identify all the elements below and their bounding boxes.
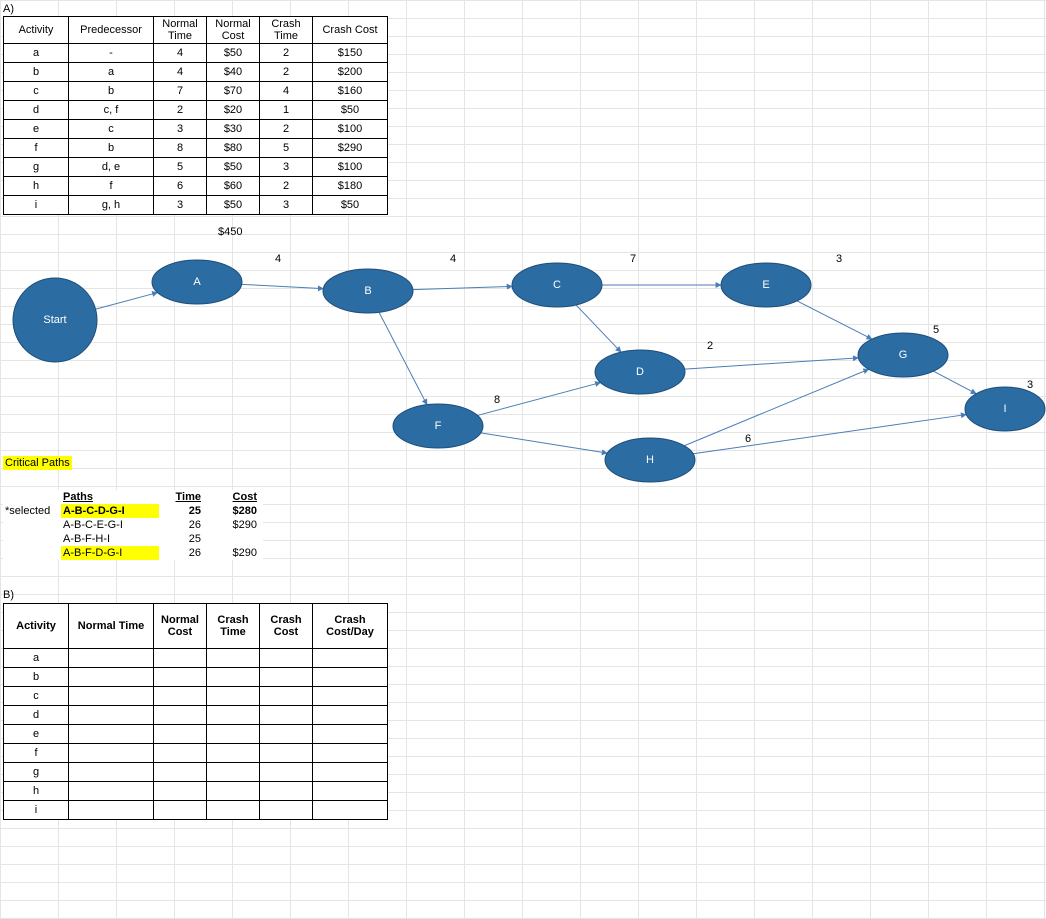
table-a-sum: $450 — [218, 226, 242, 238]
table-a-row: dc, f2$201$50 — [4, 101, 388, 120]
edge-a-b — [242, 284, 324, 288]
duration-label: 4 — [275, 253, 281, 265]
table-a-header: Activity Predecessor Normal Time Normal … — [4, 17, 388, 44]
node-label-c: C — [553, 279, 561, 291]
node-label-d: D — [636, 366, 644, 378]
duration-label: 7 — [630, 253, 636, 265]
table-b-row: g — [4, 763, 388, 782]
tb-normal-cost: Normal Cost — [154, 604, 207, 649]
duration-label: 5 — [933, 324, 939, 336]
tb-activity: Activity — [4, 604, 69, 649]
edge-b-f — [379, 312, 427, 404]
node-label-i: I — [1003, 403, 1006, 415]
cp-header-time: Time — [159, 490, 207, 504]
cp-row: *selectedA-B-C-D-G-I25$280 — [3, 504, 263, 518]
table-a-row: cb7$704$160 — [4, 82, 388, 101]
th-normal-time: Normal Time — [154, 17, 207, 44]
tb-crash-time: Crash Time — [207, 604, 260, 649]
edge-c-d — [576, 305, 621, 352]
table-b-row: a — [4, 649, 388, 668]
table-b-header: Activity Normal Time Normal Cost Crash T… — [4, 604, 388, 649]
edge-b-c — [413, 286, 512, 289]
section-b-label: B) — [3, 589, 14, 601]
cp-header-cost: Cost — [207, 490, 263, 504]
node-label-e: E — [762, 279, 769, 291]
table-a-row: ba4$402$200 — [4, 63, 388, 82]
table-a-row: hf6$602$180 — [4, 177, 388, 196]
node-label-h: H — [646, 454, 654, 466]
th-normal-cost: Normal Cost — [207, 17, 260, 44]
tb-crash-cost: Crash Cost — [260, 604, 313, 649]
node-label-b: B — [364, 285, 371, 297]
cp-header-paths: Paths — [61, 490, 159, 504]
edge-e-g — [797, 301, 872, 339]
node-label-a: A — [193, 276, 201, 288]
node-label-f: F — [435, 420, 442, 432]
th-predecessor: Predecessor — [69, 17, 154, 44]
table-a-row: fb8$805$290 — [4, 139, 388, 158]
table-a: Activity Predecessor Normal Time Normal … — [3, 16, 388, 215]
table-b: Activity Normal Time Normal Cost Crash T… — [3, 603, 388, 820]
cp-row: A-B-F-H-I25 — [3, 532, 263, 546]
table-b-row: c — [4, 687, 388, 706]
edge-f-h — [481, 433, 607, 453]
edge-start-a — [96, 293, 158, 310]
cp-row: A-B-F-D-G-I26$290 — [3, 546, 263, 560]
tb-normal-time: Normal Time — [69, 604, 154, 649]
table-a-row: a-4$502$150 — [4, 44, 388, 63]
tb-crash-cost-day: Crash Cost/Day — [313, 604, 388, 649]
cp-row: A-B-C-E-G-I26$290 — [3, 518, 263, 532]
critical-paths-table: Paths Time Cost *selectedA-B-C-D-G-I25$2… — [3, 490, 263, 560]
duration-label: 3 — [1027, 379, 1033, 391]
table-b-row: i — [4, 801, 388, 820]
table-b-row: h — [4, 782, 388, 801]
node-label-g: G — [899, 349, 908, 361]
edge-h-i — [693, 415, 966, 454]
section-a-label: A) — [3, 3, 14, 15]
duration-label: 4 — [450, 253, 456, 265]
table-b-row: b — [4, 668, 388, 687]
duration-label: 2 — [707, 340, 713, 352]
edge-h-g — [684, 369, 868, 446]
table-b-row: f — [4, 744, 388, 763]
edge-g-i — [934, 371, 977, 394]
table-a-row: ec3$302$100 — [4, 120, 388, 139]
table-a-row: ig, h3$503$50 — [4, 196, 388, 215]
table-b-row: e — [4, 725, 388, 744]
critical-paths-title: Critical Paths — [3, 456, 72, 470]
duration-label: 8 — [494, 394, 500, 406]
table-b-row: d — [4, 706, 388, 725]
duration-label: 6 — [745, 433, 751, 445]
th-activity: Activity — [4, 17, 69, 44]
table-a-row: gd, e5$503$100 — [4, 158, 388, 177]
duration-label: 3 — [836, 253, 842, 265]
th-crash-time: Crash Time — [260, 17, 313, 44]
edge-d-g — [685, 358, 859, 369]
node-label-start: Start — [43, 314, 66, 326]
th-crash-cost: Crash Cost — [313, 17, 388, 44]
